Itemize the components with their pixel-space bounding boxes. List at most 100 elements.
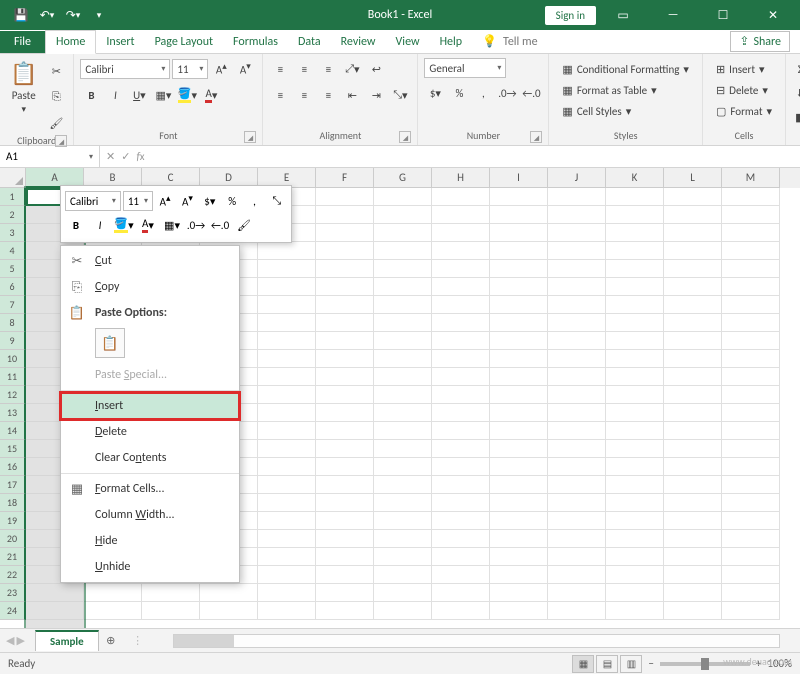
ctx-clear-contents[interactable]: Clear Contents bbox=[61, 445, 239, 471]
bold-button[interactable]: B bbox=[80, 84, 102, 106]
wrap-text-button[interactable]: ↩ bbox=[365, 58, 387, 80]
row-header[interactable]: 11 bbox=[0, 368, 26, 386]
close-button[interactable]: ✕ bbox=[750, 0, 796, 30]
sheet-tab-active[interactable]: Sample bbox=[35, 630, 99, 651]
delete-cells-button[interactable]: ⊟Delete▾ bbox=[711, 81, 777, 100]
align-center-button[interactable]: ≡ bbox=[293, 84, 315, 106]
tab-help[interactable]: Help bbox=[430, 31, 473, 53]
mini-percent[interactable]: % bbox=[222, 190, 242, 212]
column-header[interactable]: F bbox=[316, 168, 374, 188]
row-header[interactable]: 21 bbox=[0, 548, 26, 566]
row-header[interactable]: 1 bbox=[0, 188, 26, 206]
align-bottom-button[interactable]: ≡ bbox=[317, 58, 339, 80]
column-header[interactable]: L bbox=[664, 168, 722, 188]
copy-button[interactable]: ⎘ bbox=[45, 86, 67, 108]
increase-decimal-button[interactable]: .0→ bbox=[496, 82, 518, 104]
clear-button[interactable]: ◧▾ bbox=[792, 106, 800, 128]
italic-button[interactable]: I bbox=[104, 84, 126, 106]
paste-option-default[interactable]: 📋 bbox=[95, 328, 125, 358]
increase-font-button[interactable]: A▴ bbox=[210, 58, 232, 80]
cut-button[interactable]: ✂ bbox=[45, 60, 67, 82]
ctx-column-width[interactable]: Column Width... bbox=[61, 502, 239, 528]
row-header[interactable]: 13 bbox=[0, 404, 26, 422]
ctx-hide[interactable]: Hide bbox=[61, 528, 239, 554]
dialog-launcher-number[interactable]: ◢ bbox=[530, 131, 542, 143]
mini-accounting[interactable]: $▾ bbox=[200, 190, 220, 212]
row-header[interactable]: 12 bbox=[0, 386, 26, 404]
signin-button[interactable]: Sign in bbox=[545, 6, 596, 25]
select-all-corner[interactable] bbox=[0, 168, 26, 188]
mini-format-painter[interactable]: 🖌 bbox=[233, 214, 255, 236]
mini-font-color[interactable]: A▾ bbox=[137, 214, 159, 236]
align-left-button[interactable]: ≡ bbox=[269, 84, 291, 106]
add-sheet-button[interactable]: ⊕ bbox=[99, 631, 123, 651]
row-header[interactable]: 6 bbox=[0, 278, 26, 296]
scrollbar-thumb[interactable] bbox=[174, 635, 234, 647]
merge-center-button[interactable]: ⤡▾ bbox=[389, 84, 411, 106]
mini-inc-font[interactable]: A▴ bbox=[155, 190, 175, 212]
row-header[interactable]: 22 bbox=[0, 566, 26, 584]
row-header[interactable]: 20 bbox=[0, 530, 26, 548]
borders-button[interactable]: ▦▾ bbox=[152, 84, 174, 106]
row-header[interactable]: 5 bbox=[0, 260, 26, 278]
minimize-button[interactable]: — bbox=[650, 0, 696, 30]
tab-insert[interactable]: Insert bbox=[96, 31, 144, 53]
mini-italic[interactable]: I bbox=[89, 214, 111, 236]
ctx-copy[interactable]: ⎘Copy bbox=[61, 274, 239, 300]
mini-size-combo[interactable]: 11▾ bbox=[123, 191, 153, 211]
format-as-table-button[interactable]: ▦Format as Table▾ bbox=[557, 81, 694, 100]
mini-dec-font[interactable]: A▾ bbox=[177, 190, 197, 212]
mini-merge[interactable]: ⤡ bbox=[267, 190, 287, 212]
zoom-out-button[interactable]: − bbox=[648, 657, 653, 670]
page-layout-view-button[interactable]: ▤ bbox=[596, 655, 618, 673]
enter-formula-icon[interactable]: ✓ bbox=[121, 150, 130, 163]
column-header[interactable]: K bbox=[606, 168, 664, 188]
row-header[interactable]: 8 bbox=[0, 314, 26, 332]
tab-formulas[interactable]: Formulas bbox=[223, 31, 288, 53]
tab-page-layout[interactable]: Page Layout bbox=[145, 31, 223, 53]
tab-home[interactable]: Home bbox=[45, 30, 96, 54]
ctx-delete[interactable]: Delete bbox=[61, 419, 239, 445]
row-header[interactable]: 17 bbox=[0, 476, 26, 494]
row-header[interactable]: 10 bbox=[0, 350, 26, 368]
share-button[interactable]: ⇪Share bbox=[730, 31, 790, 52]
row-header[interactable]: 3 bbox=[0, 224, 26, 242]
fx-icon[interactable]: fx bbox=[136, 150, 144, 163]
next-sheet-button[interactable]: ▶ bbox=[16, 634, 24, 647]
underline-button[interactable]: U▾ bbox=[128, 84, 150, 106]
ctx-format-cells[interactable]: ▦Format Cells... bbox=[61, 476, 239, 502]
tab-view[interactable]: View bbox=[386, 31, 430, 53]
row-header[interactable]: 4 bbox=[0, 242, 26, 260]
accounting-format-button[interactable]: $▾ bbox=[424, 82, 446, 104]
column-header[interactable]: H bbox=[432, 168, 490, 188]
paste-button[interactable]: 📋 Paste ▾ bbox=[6, 58, 41, 134]
mini-borders[interactable]: ▦▾ bbox=[161, 214, 183, 236]
page-break-view-button[interactable]: ▥ bbox=[620, 655, 642, 673]
comma-format-button[interactable]: , bbox=[472, 82, 494, 104]
normal-view-button[interactable]: ▦ bbox=[572, 655, 594, 673]
dialog-launcher-clipboard[interactable]: ◢ bbox=[55, 135, 67, 147]
row-header[interactable]: 2 bbox=[0, 206, 26, 224]
name-box[interactable]: A1▾ bbox=[0, 146, 100, 167]
font-color-button[interactable]: A▾ bbox=[200, 84, 222, 106]
row-header[interactable]: 9 bbox=[0, 332, 26, 350]
percent-format-button[interactable]: % bbox=[448, 82, 470, 104]
row-header[interactable]: 7 bbox=[0, 296, 26, 314]
dialog-launcher-alignment[interactable]: ◢ bbox=[399, 131, 411, 143]
cell-styles-button[interactable]: ▦Cell Styles▾ bbox=[557, 102, 694, 121]
format-cells-button[interactable]: ▢Format▾ bbox=[711, 102, 777, 121]
undo-button[interactable]: ↶▾ bbox=[34, 2, 60, 28]
row-header[interactable]: 18 bbox=[0, 494, 26, 512]
column-header[interactable]: G bbox=[374, 168, 432, 188]
mini-dec-decimal[interactable]: ←.0 bbox=[209, 214, 231, 236]
row-header[interactable]: 24 bbox=[0, 602, 26, 620]
maximize-button[interactable]: ☐ bbox=[700, 0, 746, 30]
ribbon-display-options[interactable]: ▭ bbox=[600, 0, 646, 30]
orientation-button[interactable]: ⤢▾ bbox=[341, 58, 363, 80]
cancel-formula-icon[interactable]: ✕ bbox=[106, 150, 115, 163]
qat-customize[interactable]: ▾ bbox=[86, 2, 112, 28]
tab-review[interactable]: Review bbox=[331, 31, 386, 53]
format-painter-button[interactable]: 🖌 bbox=[45, 112, 67, 134]
tell-me[interactable]: 💡Tell me bbox=[472, 30, 547, 53]
font-size-combo[interactable]: 11▾ bbox=[172, 59, 208, 79]
